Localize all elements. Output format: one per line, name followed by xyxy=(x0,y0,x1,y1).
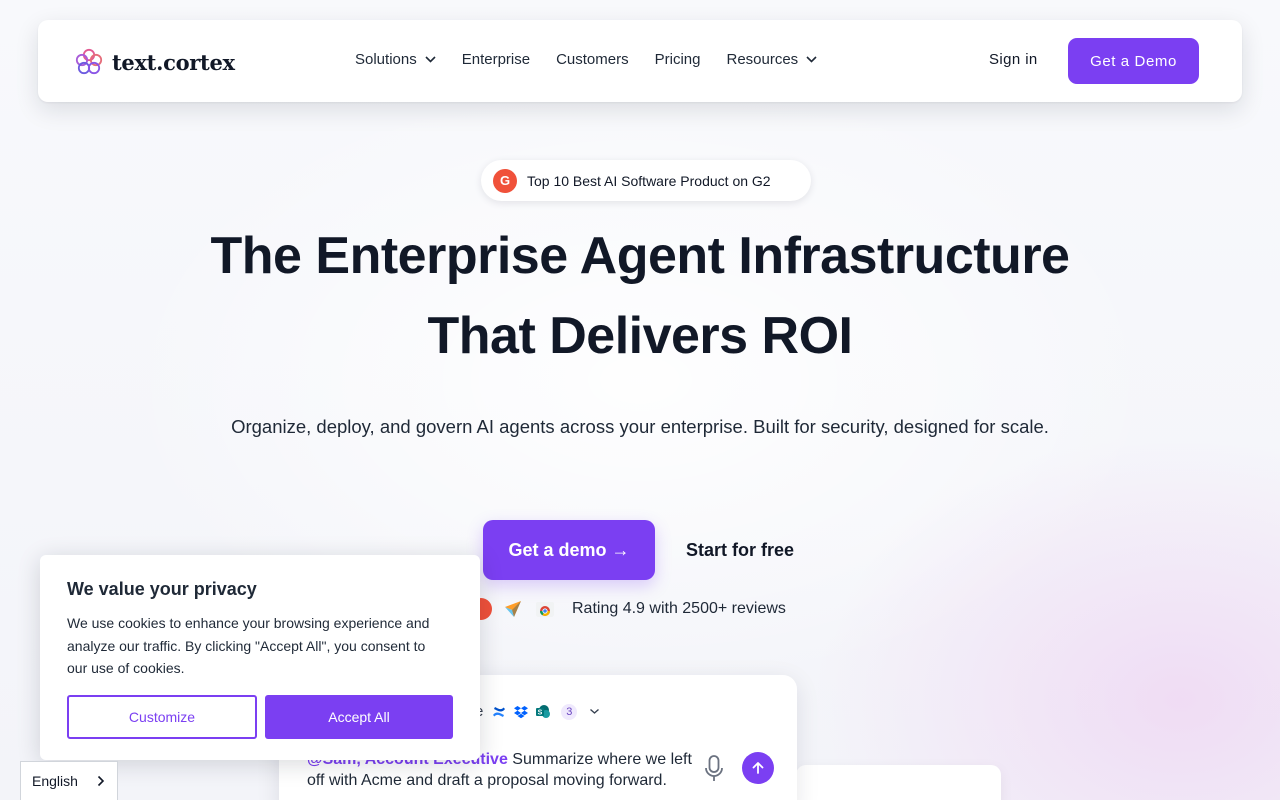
chrome-store-icon xyxy=(536,602,554,617)
chevron-right-icon xyxy=(97,775,105,787)
nav-item-resources[interactable]: Resources xyxy=(726,51,817,68)
send-button[interactable] xyxy=(742,752,774,784)
nav-item-label: Resources xyxy=(726,51,799,68)
nav-item-label: Pricing xyxy=(654,51,701,68)
connected-tools[interactable]: e S 3 xyxy=(475,703,600,720)
svg-text:S: S xyxy=(538,709,543,716)
cookie-title: We value your privacy xyxy=(67,579,257,599)
customize-button[interactable]: Customize xyxy=(67,695,257,739)
dropbox-icon xyxy=(514,705,529,718)
language-label: English xyxy=(32,773,78,789)
g2-award-badge: G Top 10 Best AI Software Product on G2 xyxy=(481,160,811,201)
hero-title-line-1: The Enterprise Agent Infrastructure xyxy=(210,227,1070,285)
nav-item-label: Enterprise xyxy=(461,51,531,68)
secondary-card xyxy=(796,765,1001,800)
start-for-free-link[interactable]: Start for free xyxy=(686,540,794,561)
arrow-up-icon xyxy=(752,762,764,774)
tool-count-badge: 3 xyxy=(561,703,578,720)
hero-title-line-2: That Delivers ROI xyxy=(427,307,853,365)
hero-subtitle: Organize, deploy, and govern AI agents a… xyxy=(231,416,1049,437)
textcortex-logo-icon xyxy=(75,48,103,75)
g2-logo-icon: G xyxy=(493,168,517,193)
language-selector[interactable]: English xyxy=(20,761,118,800)
capterra-icon xyxy=(505,601,521,617)
nav-item-solutions[interactable]: Solutions xyxy=(355,51,436,68)
cookie-description: We use cookies to enhance your browsing … xyxy=(67,615,430,676)
rating-row: Rating 4.9 with 2500+ reviews xyxy=(470,598,786,620)
nav-item-customers[interactable]: Customers xyxy=(556,51,629,68)
chevron-down-icon xyxy=(590,708,600,714)
accept-all-button[interactable]: Accept All xyxy=(265,695,453,739)
cookie-consent-banner: We value your privacy We use cookies to … xyxy=(40,555,480,760)
sign-in-link[interactable]: Sign in xyxy=(989,51,1038,68)
get-a-demo-button[interactable]: Get a demo → xyxy=(483,520,655,580)
confluence-icon xyxy=(493,706,506,717)
get-demo-button[interactable]: Get a Demo xyxy=(1068,38,1199,84)
logo[interactable]: text.cortex xyxy=(74,48,235,76)
main-nav: Solutions Enterprise Customers Pricing R… xyxy=(355,51,817,68)
sharepoint-icon: S xyxy=(536,704,551,718)
microphone-icon[interactable] xyxy=(703,754,725,784)
nav-item-pricing[interactable]: Pricing xyxy=(655,51,701,68)
logo-text: text.cortex xyxy=(112,49,235,75)
rating-text: Rating 4.9 with 2500+ reviews xyxy=(572,600,786,617)
nav-item-enterprise[interactable]: Enterprise xyxy=(462,51,530,68)
nav-item-label: Customers xyxy=(556,51,629,68)
chevron-down-icon xyxy=(806,56,817,63)
badge-text: Top 10 Best AI Software Product on G2 xyxy=(527,172,771,189)
top-navbar: text.cortex Solutions Enterprise Custome… xyxy=(38,20,1242,102)
chevron-down-icon xyxy=(425,56,436,63)
nav-item-label: Solutions xyxy=(355,51,417,68)
